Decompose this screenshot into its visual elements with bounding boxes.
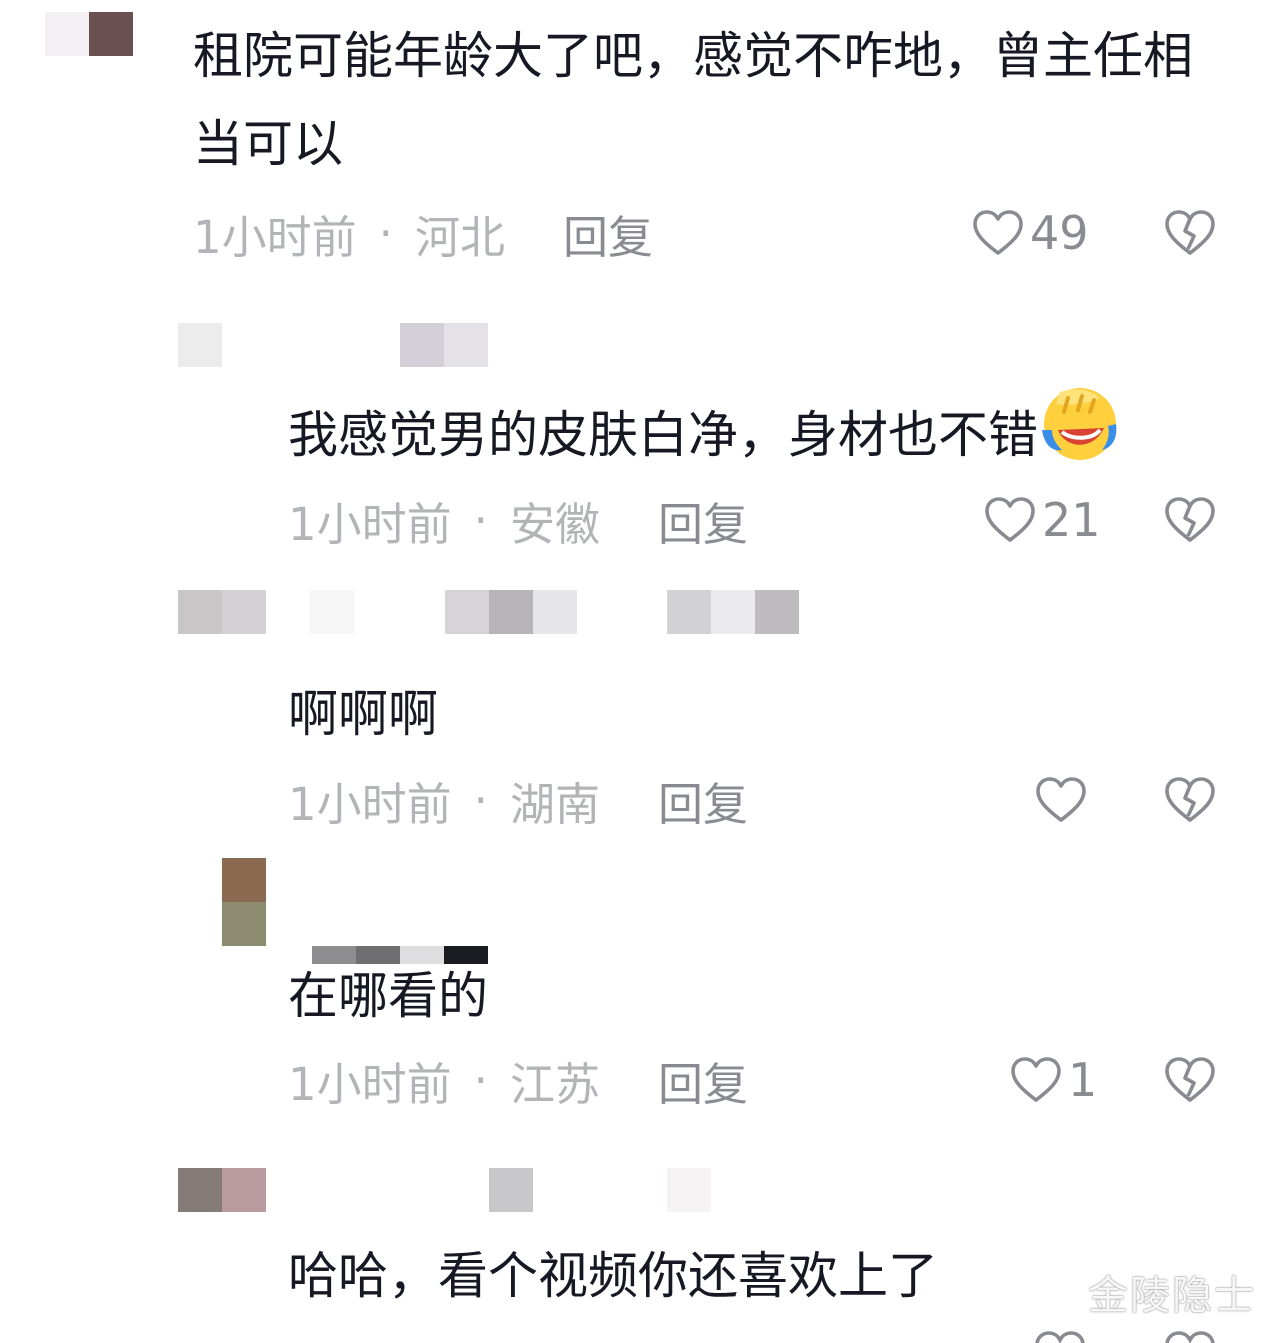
username-pixelated[interactable] [178,323,222,367]
username-pixel [178,323,222,367]
like-count: 49 [1030,206,1089,260]
comment-meta: 1小时前 · 湖南 回复 [288,768,748,833]
like-button[interactable]: 1 [1010,1050,1097,1110]
comment-time: 1小时前 [288,497,452,551]
username-pixelated[interactable] [445,590,577,634]
comment-time: 1小时前 [288,777,452,831]
username-pixel [178,1168,222,1212]
heart-icon [1036,777,1086,822]
comment-location: 河北 [414,210,505,264]
reply-button[interactable]: 回复 [658,768,748,833]
username-pixel [222,1168,266,1212]
avatar-pixel [222,858,266,902]
broken-heart-icon[interactable] [1164,209,1216,257]
username-pixel [667,590,711,634]
username-pixel [667,1168,711,1212]
username-pixel [222,590,266,634]
username-pixel [444,323,488,367]
avatar-pixel [89,12,133,56]
username-pixelated[interactable] [310,590,354,634]
username-pixel [178,590,222,634]
avatar-pixel [222,902,266,946]
meta-separator: · [473,773,488,827]
comment-text-content: 我感觉男的皮肤白净，身材也不错 [288,406,1038,464]
comment-text[interactable]: 啊啊啊 [288,670,888,758]
broken-heart-icon[interactable] [1164,1330,1216,1343]
like-count: 1 [1068,1053,1098,1107]
comment-time: 1小时前 [288,1057,452,1111]
avatar-pixel [45,12,89,56]
like-button[interactable]: 49 [972,203,1089,263]
laughing-crying-emoji [1042,388,1117,460]
comment-meta: 1小时前 · 江苏 回复 [288,1048,748,1113]
username-pixel [755,590,799,634]
username-pixelated[interactable] [489,1168,533,1212]
heart-icon [1011,1057,1061,1102]
reply-button[interactable]: 回复 [658,488,748,553]
broken-heart-icon[interactable] [1164,1056,1216,1104]
meta-separator: · [473,1053,488,1107]
watermark: 金陵隐士 [1088,1273,1256,1319]
username-pixelated[interactable] [667,590,799,634]
broken-heart-icon[interactable] [1164,776,1216,824]
comment-location: 湖南 [509,777,600,831]
comment-text[interactable]: 在哪看的 [288,952,888,1040]
comment-location: 江苏 [509,1057,600,1111]
heart-icon [973,210,1023,255]
username-pixelated[interactable] [178,590,266,634]
like-count: 21 [1042,493,1101,547]
username-pixel [310,590,354,634]
broken-heart-icon[interactable] [1164,496,1216,544]
heart-icon[interactable] [1034,1330,1086,1343]
username-pixelated[interactable] [667,1168,711,1212]
username-pixelated[interactable] [178,1168,266,1212]
comment-meta: 1小时前 · 河北 回复 [193,201,653,266]
meta-separator: · [378,206,393,260]
comment-text[interactable]: 哈哈，看个视频你还喜欢上了 [288,1232,1188,1320]
username-pixel [445,590,489,634]
username-pixel [489,1168,533,1212]
reply-button[interactable]: 回复 [563,201,653,266]
comment-meta-cropped [288,1330,1248,1343]
username-pixelated[interactable] [400,323,488,367]
comment-text[interactable]: 租院可能年龄大了吧，感觉不咋地，曾主任相当可以 [193,12,1223,188]
username-pixel [400,323,444,367]
comment-text[interactable]: 我感觉男的皮肤白净，身材也不错 [288,384,1248,479]
username-pixel [489,590,533,634]
comment-time: 1小时前 [193,210,357,264]
heart-icon [985,497,1035,542]
avatar[interactable] [45,12,133,56]
comment-location: 安徽 [509,497,600,551]
like-button[interactable] [1035,770,1093,830]
like-button[interactable]: 21 [984,490,1101,550]
comment-meta: 1小时前 · 安徽 回复 [288,488,748,553]
username-pixel [533,590,577,634]
reply-button[interactable]: 回复 [658,1048,748,1113]
meta-separator: · [473,493,488,547]
avatar[interactable] [222,858,266,946]
username-pixel [711,590,755,634]
